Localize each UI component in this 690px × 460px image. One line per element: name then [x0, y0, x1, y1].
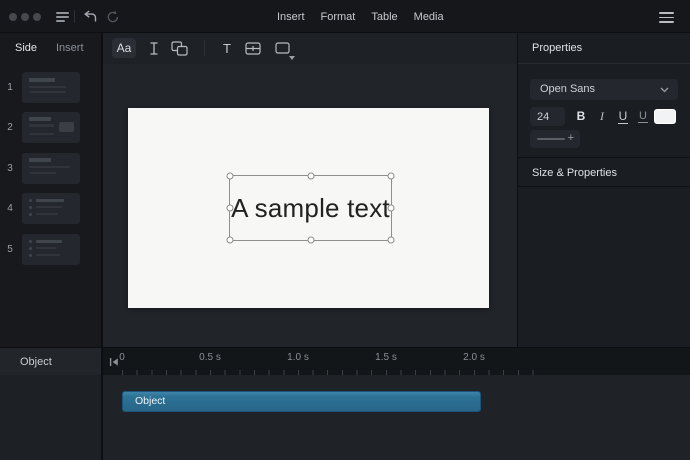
shapes-icon[interactable] — [169, 38, 189, 58]
slide-thumbnail[interactable] — [22, 234, 80, 265]
slide[interactable]: A sample text — [128, 108, 489, 308]
stroke-slider[interactable]: + — [530, 130, 580, 148]
ruler-tick-label: 0 — [119, 352, 125, 363]
slide-number: 5 — [7, 244, 13, 255]
slide-row[interactable]: 2 — [0, 112, 103, 143]
resize-handle-se[interactable] — [387, 236, 395, 244]
menu-icon[interactable] — [56, 12, 69, 22]
text-style-button[interactable]: Aa — [112, 38, 136, 58]
ruler-tick-label: 2.0 s — [463, 352, 485, 363]
caret-down-icon — [289, 56, 295, 60]
secondary-toolbar-row: Side Insert Aa T Properties — [0, 33, 690, 64]
menu-item-table[interactable]: Table — [371, 11, 397, 23]
chevron-down-icon — [660, 87, 669, 93]
resize-handle-ne[interactable] — [387, 172, 395, 180]
resize-handle-s[interactable] — [307, 236, 314, 244]
timeline-row-header[interactable]: Object — [0, 348, 103, 376]
selected-text-box[interactable]: A sample text — [226, 172, 395, 244]
slide-canvas[interactable]: A sample text — [103, 64, 518, 347]
resize-handle-nw[interactable] — [226, 172, 234, 180]
divider — [101, 33, 103, 460]
animation-bar-label: Object — [135, 395, 166, 407]
slide-row[interactable]: 4 — [0, 193, 103, 224]
slide-text[interactable]: A sample text — [231, 193, 390, 224]
overflow-menu-icon[interactable] — [659, 12, 674, 23]
top-menu-bar: Insert Format Table Media — [0, 0, 690, 33]
slide-row[interactable]: 3 — [0, 153, 103, 184]
presentation-editor-window: Insert Format Table Media Side Insert Aa… — [0, 0, 690, 460]
text-color-swatch[interactable] — [654, 109, 676, 124]
tab-side[interactable]: Side — [15, 33, 37, 64]
slide-thumbnail[interactable] — [22, 112, 80, 143]
timeline-track[interactable]: Object — [103, 375, 690, 460]
underline-alt-button[interactable]: U — [634, 107, 652, 126]
divider — [518, 186, 690, 187]
resize-handle-w[interactable] — [226, 204, 234, 212]
table-field-icon[interactable] — [243, 38, 263, 58]
slide-thumbnail[interactable] — [22, 153, 80, 184]
timeline-header: Object 0 0.5 s 1.0 s 1.5 s 2.0 s — [0, 347, 690, 376]
tab-insert[interactable]: Insert — [56, 33, 84, 64]
properties-title: Properties — [532, 42, 583, 54]
resize-handle-n[interactable] — [307, 172, 314, 180]
bold-button[interactable]: B — [572, 107, 590, 126]
menu-bar: Insert Format Table Media — [277, 0, 444, 33]
text-tool-button[interactable]: T — [218, 38, 236, 58]
slide-list: 1 2 3 4 5 — [0, 64, 103, 347]
resize-handle-e[interactable] — [387, 204, 395, 212]
underline-button[interactable]: U — [614, 107, 632, 126]
slide-row[interactable]: 1 — [0, 72, 103, 103]
redo-icon[interactable] — [104, 9, 122, 24]
properties-header: Properties — [518, 33, 690, 64]
font-family-select[interactable]: Open Sans — [530, 79, 678, 100]
slide-thumbnail[interactable] — [22, 193, 80, 224]
divider — [517, 33, 518, 347]
undo-icon[interactable] — [81, 9, 99, 24]
divider — [74, 10, 75, 23]
shape-dropdown-icon[interactable] — [272, 38, 295, 60]
text-cursor-icon[interactable] — [145, 38, 163, 58]
properties-panel: Open Sans B I U U + Size & Properties — [518, 64, 690, 347]
divider — [518, 157, 690, 158]
timeline-body: Object — [0, 375, 690, 460]
font-size-input[interactable] — [530, 107, 565, 126]
animation-bar[interactable]: Object — [122, 391, 481, 412]
resize-handle-sw[interactable] — [226, 236, 234, 244]
slide-number: 1 — [7, 82, 13, 93]
slide-number: 2 — [7, 122, 13, 133]
slider-track[interactable] — [537, 138, 565, 140]
slide-number: 4 — [7, 203, 13, 214]
divider — [204, 40, 205, 56]
plus-icon[interactable]: + — [568, 130, 574, 148]
menu-item-format[interactable]: Format — [321, 11, 356, 23]
font-family-value: Open Sans — [540, 83, 596, 95]
italic-button[interactable]: I — [594, 107, 610, 126]
editor-toolbar: Aa T — [103, 33, 518, 64]
slide-row[interactable]: 5 — [0, 234, 103, 265]
size-properties-title[interactable]: Size & Properties — [532, 163, 617, 183]
ruler-tick-label: 1.0 s — [287, 352, 309, 363]
ruler-tick-label: 1.5 s — [375, 352, 397, 363]
menu-item-media[interactable]: Media — [414, 11, 444, 23]
timeline-row-label: Object — [20, 356, 52, 368]
slide-thumbnail[interactable] — [22, 72, 80, 103]
menu-item-insert[interactable]: Insert — [277, 11, 305, 23]
timeline-ruler[interactable]: 0 0.5 s 1.0 s 1.5 s 2.0 s — [103, 348, 690, 376]
timeline-row-gutter — [0, 375, 103, 460]
window-controls[interactable] — [9, 13, 41, 21]
ruler-tick-label: 0.5 s — [199, 352, 221, 363]
slide-number: 3 — [7, 163, 13, 174]
sidebar-tab-strip: Side Insert — [0, 33, 103, 64]
